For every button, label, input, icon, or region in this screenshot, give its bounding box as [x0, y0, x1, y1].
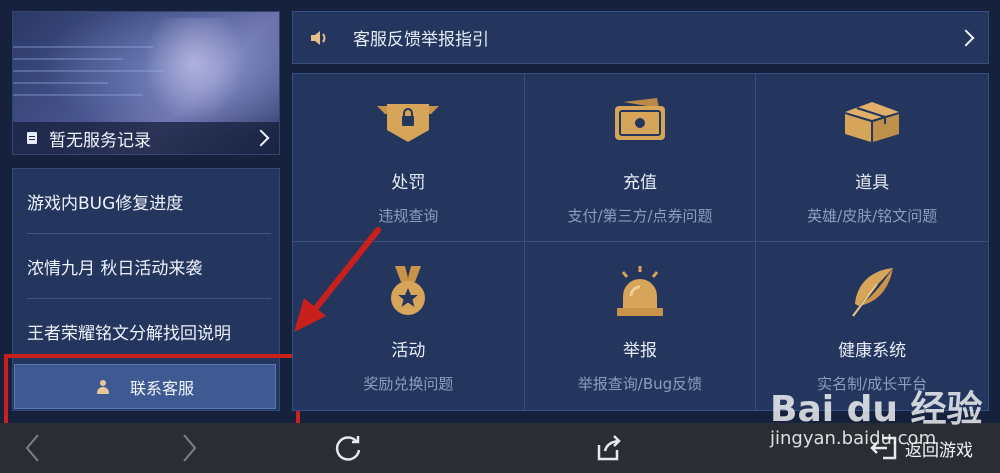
refresh-button[interactable] — [328, 423, 368, 473]
return-to-game-label: 返回游戏 — [905, 440, 973, 461]
share-icon — [597, 435, 621, 461]
back-button[interactable] — [12, 423, 52, 473]
contact-support-label: 联系客服 — [129, 378, 194, 398]
service-grid: 处罚 违规查询 充值 支付/第三方/点券问题 道具 英雄/皮肤/铭文问题 活动 … — [292, 73, 989, 411]
left-column: 暂无服务记录 — [12, 11, 280, 155]
box-icon — [845, 102, 900, 142]
user-icon — [96, 379, 110, 394]
service-title: 处罚 — [391, 173, 426, 193]
chevron-right-icon — [252, 129, 270, 147]
chevron-right-icon — [957, 29, 975, 46]
medal-icon — [391, 266, 426, 315]
service-record-label: 暂无服务记录 — [49, 130, 151, 151]
news-item[interactable]: 游戏内BUG修复进度 — [27, 169, 271, 234]
chevron-left-icon — [25, 434, 39, 462]
hero-character-art — [139, 18, 249, 128]
service-record-banner[interactable]: 暂无服务记录 — [12, 11, 280, 155]
service-recharge[interactable]: 充值 支付/第三方/点券问题 — [524, 74, 757, 242]
service-health[interactable]: 健康系统 实名制/成长平台 — [756, 242, 988, 410]
alarm-light-icon — [616, 266, 663, 316]
document-icon — [27, 132, 37, 144]
shield-lock-icon — [377, 104, 440, 142]
contact-support-button[interactable]: 联系客服 — [14, 364, 276, 409]
service-penalty[interactable]: 处罚 违规查询 — [293, 74, 525, 242]
service-items[interactable]: 道具 英雄/皮肤/铭文问题 — [756, 74, 988, 242]
support-guide-label: 客服反馈举报指引 — [353, 30, 489, 50]
service-title: 道具 — [855, 173, 890, 193]
service-record-bar[interactable]: 暂无服务记录 — [13, 122, 279, 154]
service-subtitle: 奖励兑换问题 — [363, 375, 454, 393]
service-subtitle: 违规查询 — [378, 207, 439, 225]
service-title: 举报 — [622, 341, 657, 361]
bottom-navigation-bar: 返回游戏 — [0, 423, 1000, 473]
wallet-icon — [614, 98, 665, 140]
chevron-right-icon — [183, 434, 197, 462]
news-item[interactable]: 浓情九月 秋日活动来袭 — [27, 234, 271, 299]
support-guide-bar[interactable]: 客服反馈举报指引 — [292, 11, 989, 64]
service-title: 健康系统 — [838, 341, 907, 361]
service-subtitle: 英雄/皮肤/铭文问题 — [807, 207, 938, 225]
service-events[interactable]: 活动 奖励兑换问题 — [293, 242, 525, 410]
news-item[interactable]: 王者荣耀铭文分解找回说明 — [27, 299, 271, 364]
service-subtitle: 实名制/成长平台 — [817, 375, 928, 393]
service-title: 活动 — [391, 341, 426, 361]
service-report[interactable]: 举报 举报查询/Bug反馈 — [525, 242, 757, 410]
share-button[interactable] — [588, 423, 628, 473]
return-to-game-button[interactable]: 返回游戏 — [856, 423, 986, 473]
forward-button[interactable] — [170, 423, 210, 473]
exit-icon — [870, 436, 897, 460]
speaker-icon — [311, 30, 326, 45]
service-subtitle: 举报查询/Bug反馈 — [577, 375, 703, 393]
service-title: 充值 — [622, 173, 657, 193]
refresh-icon — [335, 436, 361, 461]
feather-icon — [852, 268, 894, 317]
service-subtitle: 支付/第三方/点券问题 — [567, 207, 713, 225]
